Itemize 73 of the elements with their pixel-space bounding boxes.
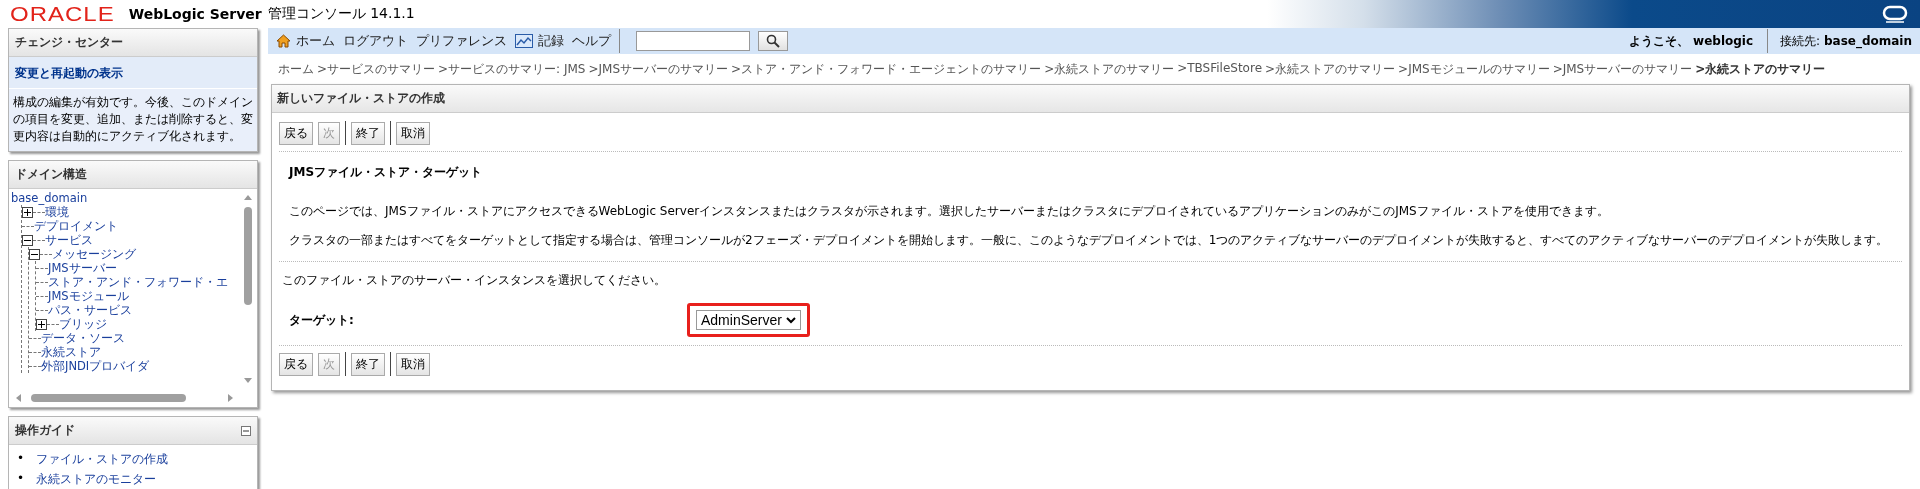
tree-item[interactable]: 外部JNDIプロバイダ <box>41 358 150 374</box>
wizard-button[interactable]: 終了 <box>351 352 385 376</box>
change-center-header: チェンジ・センター <box>9 29 257 57</box>
section-title: JMSファイル・ストア・ターゲット <box>289 164 484 181</box>
wizard-button[interactable]: 戻る <box>279 352 313 376</box>
scrollbar-thumb[interactable] <box>244 207 252 305</box>
description-text: クラスタの一部またはすべてをターゲットとして指定する場合は、管理コンソールが2フェーズ・デプロイメントを開始します。一般に、このようなデプロイメントでは、1つのアクティブなサーバーのデプロイメントが失敗すると、すべてのアクティブなサーバーのデプロイメントが失敗します。 <box>289 232 1890 249</box>
guide-link[interactable]: 永続ストアのモニター <box>36 471 157 488</box>
target-label: ターゲット: <box>289 311 355 329</box>
toolbar-link[interactable]: ホーム <box>276 32 335 50</box>
breadcrumb-link[interactable]: >JMSモジュールのサマリー <box>1398 61 1550 78</box>
toolbar-link[interactable]: ログアウト <box>343 32 408 50</box>
view-changes-link[interactable]: 変更と再起動の表示 <box>9 57 257 89</box>
panel-title: 新しいファイル・ストアの作成 <box>272 85 1909 113</box>
tree-item[interactable]: デプロイメント <box>34 218 118 234</box>
toolbar-link[interactable]: 記録 <box>515 32 564 50</box>
breadcrumb-link[interactable]: ホーム <box>278 61 314 78</box>
scrollbar-thumb[interactable] <box>31 394 186 402</box>
breadcrumb-link[interactable]: >ストア・アンド・フォワード・エージェントのサマリー <box>731 61 1042 78</box>
search-field[interactable] <box>636 31 750 51</box>
guide-link[interactable]: ファイル・ストアの作成 <box>36 451 169 468</box>
tree-item[interactable]: ストア・アンド・フォワード・エ <box>48 274 228 290</box>
breadcrumb-link[interactable]: >TBSFileStore <box>1177 61 1262 78</box>
welcome-text: ようこそ、 weblogic <box>1628 32 1755 50</box>
scroll-right-icon[interactable] <box>228 394 233 402</box>
tree-item[interactable]: メッセージング <box>52 246 136 262</box>
breadcrumb-link[interactable]: >サービスのサマリー: JMS <box>438 61 586 78</box>
breadcrumb-link[interactable]: >JMSサーバーのサマリー <box>588 61 729 78</box>
description-text: このページでは、JMSファイル・ストアにアクセスできるWebLogic Serverインスタンスまたはクラスタが示されます。選択したサーバーまたはクラスタにデプロイされているアプリケーションのみがこのJMSファイル・ストアを使用できます。 <box>289 203 1610 220</box>
scroll-down-icon[interactable] <box>244 378 252 383</box>
home-icon <box>276 34 291 48</box>
domain-structure-header: ドメイン構造 <box>9 161 257 189</box>
toolbar-link[interactable]: プリファレンス <box>416 32 507 50</box>
console-title: 管理コンソール 14.1.1 <box>267 5 415 23</box>
expand-icon[interactable] <box>36 318 47 330</box>
tree-item[interactable]: JMSモジュール <box>48 288 129 304</box>
tree-item[interactable]: ブリッジ <box>59 316 107 332</box>
change-center-message: 構成の編集が有効です。今後、このドメインの項目を変更、追加、または削除すると、変更内容は自動的にアクティブ化されます。 <box>9 89 257 151</box>
oracle-o-icon <box>1882 5 1908 23</box>
collapse-icon[interactable] <box>29 248 40 260</box>
tree-item[interactable]: データ・ソース <box>41 330 125 346</box>
bullet: • <box>17 451 25 467</box>
tree-item[interactable]: base_domain <box>11 191 88 205</box>
wizard-button[interactable]: 取消 <box>396 121 430 145</box>
tree-item[interactable]: パス・サービス <box>48 302 132 318</box>
breadcrumb-link[interactable]: >永続ストアのサマリー <box>1044 61 1175 78</box>
search-button[interactable] <box>758 31 788 51</box>
tree-item[interactable]: 環境 <box>45 204 69 220</box>
tree-item[interactable]: サービス <box>45 232 93 248</box>
wizard-button[interactable]: 戻る <box>279 121 313 145</box>
instruction-text: このファイル・ストアのサーバー・インスタンスを選択してください。 <box>281 272 667 289</box>
chart-icon <box>515 34 533 48</box>
oracle-logo: ORACLE <box>10 2 115 26</box>
collapse-icon[interactable] <box>22 234 33 246</box>
wizard-button[interactable]: 終了 <box>351 121 385 145</box>
product-name: WebLogic Server <box>128 6 262 22</box>
chevron-down-icon <box>785 316 796 324</box>
breadcrumb-link[interactable]: >永続ストアのサマリー <box>1695 61 1826 78</box>
toolbar-link[interactable]: ヘルプ <box>572 32 611 50</box>
tree-item[interactable]: 永続ストア <box>41 344 101 360</box>
how-do-i-title: 操作ガイド <box>15 422 75 439</box>
scroll-left-icon[interactable] <box>16 394 21 402</box>
breadcrumb-link[interactable]: >サービスのサマリー <box>317 61 436 78</box>
breadcrumb-link[interactable]: >永続ストアのサマリー <box>1265 61 1396 78</box>
target-select[interactable]: AdminServer <box>696 310 801 330</box>
breadcrumb-link[interactable]: >JMSサーバーのサマリー <box>1552 61 1693 78</box>
scroll-up-icon[interactable] <box>244 195 252 200</box>
tree-item[interactable]: JMSサーバー <box>48 260 117 276</box>
search-icon <box>766 34 780 48</box>
bullet: • <box>17 471 25 487</box>
expand-icon[interactable] <box>22 206 33 218</box>
connection-text: 接続先: base_domain <box>1779 32 1913 50</box>
wizard-button[interactable]: 取消 <box>396 352 430 376</box>
